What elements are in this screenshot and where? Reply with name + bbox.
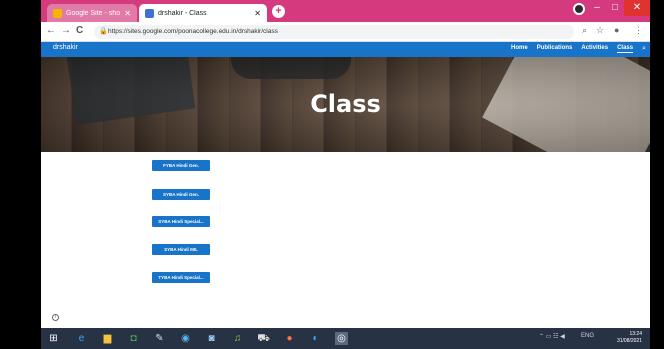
nav-activities[interactable]: Activities <box>581 45 608 53</box>
tray-icons[interactable]: ⌃ ▭ ☷ ◀ <box>539 333 565 340</box>
profile-avatar-icon[interactable] <box>573 3 585 15</box>
file-explorer-icon[interactable]: ▆ <box>101 332 114 345</box>
close-tab-icon[interactable]: ✕ <box>254 9 261 18</box>
star-icon[interactable]: ☆ <box>596 25 604 36</box>
internet-explorer-icon[interactable]: e <box>75 332 88 345</box>
menu-icon[interactable]: ⋮ <box>634 25 643 36</box>
start-icon[interactable]: ⊞ <box>47 332 60 345</box>
back-button[interactable]: ← <box>46 25 56 36</box>
maximize-button[interactable]: □ <box>606 0 624 16</box>
car-icon[interactable]: ⛟ <box>257 332 270 345</box>
close-tab-icon[interactable]: ✕ <box>124 9 131 18</box>
nav-class[interactable]: Class <box>617 45 634 53</box>
tab-title: drshakir - Class <box>158 9 207 17</box>
nav-home[interactable]: Home <box>511 45 528 53</box>
taskbar-clock[interactable]: 13:24 31/08/2021 <box>617 331 642 345</box>
tab-title: Google Site - shoek.zoology@y... <box>66 9 121 17</box>
edge-icon[interactable]: ◐ <box>309 332 322 345</box>
search-icon[interactable]: ⌕ <box>582 25 587 36</box>
syba-hindi-gen-button[interactable]: SYBA Hindi Gen. <box>152 189 210 200</box>
page-title: Class <box>310 90 381 118</box>
clock-time: 13:24 <box>629 331 642 337</box>
new-tab-button[interactable]: + <box>272 5 285 18</box>
tab-drshakir-class[interactable]: drshakir - Class ✕ <box>139 4 267 22</box>
fyba-hindi-gen-button[interactable]: FYBA Hindi Gen. <box>152 160 210 171</box>
forward-button[interactable]: → <box>61 25 71 36</box>
chrome-icon[interactable]: ◎ <box>335 332 348 345</box>
lock-icon: 🔒 <box>99 28 108 35</box>
media-icon[interactable]: ✎ <box>153 332 166 345</box>
app-icon[interactable]: ◉ <box>179 332 192 345</box>
google-sites-icon <box>145 8 154 18</box>
browser-tab-strip: Google Site - shoek.zoology@y... ✕ drsha… <box>41 0 650 22</box>
browser-toolbar: ← → C 🔒 https://sites.google.com/poonaco… <box>41 22 650 42</box>
search-icon[interactable]: ⌕ <box>642 45 646 53</box>
close-window-button[interactable]: ✕ <box>624 0 650 16</box>
site-name[interactable]: drshakir <box>53 44 78 51</box>
info-icon[interactable]: i <box>52 314 59 321</box>
minimize-button[interactable]: – <box>588 0 606 16</box>
clock-date: 31/08/2021 <box>616 338 642 344</box>
syba-hindi-mil-button[interactable]: SYBA Hindi MIL <box>152 244 210 255</box>
hero-banner: Class <box>41 57 650 152</box>
syba-hindi-special-button[interactable]: SYBA Hindi Special... <box>152 216 210 227</box>
extension-icon[interactable]: ● <box>614 25 619 35</box>
site-nav: Home Publications Activities Class ⌕ <box>511 45 646 53</box>
tab-google-site[interactable]: Google Site - shoek.zoology@y... ✕ <box>47 4 137 22</box>
windows-taskbar: ⊞ e ▆ ◘ ✎ ◉ ◙ ♫ ⛟ ● ◐ ◎ ⌃ ▭ ☷ ◀ ENG 13:2… <box>41 328 650 349</box>
google-sites-icon <box>53 8 62 18</box>
nav-publications[interactable]: Publications <box>537 45 573 53</box>
desktop-screen: Google Site - shoek.zoology@y... ✕ drsha… <box>41 0 650 349</box>
url-text: https://sites.google.com/poonacollege.ed… <box>108 28 278 35</box>
firefox-icon[interactable]: ● <box>283 332 296 345</box>
tyba-hindi-special-button[interactable]: TYBA Hindi Special... <box>152 272 210 283</box>
site-header: drshakir Home Publications Activities Cl… <box>41 42 650 57</box>
music-icon[interactable]: ♫ <box>231 332 244 345</box>
reload-button[interactable]: C <box>76 25 83 36</box>
camera-icon[interactable]: ◙ <box>205 332 218 345</box>
store-icon[interactable]: ◘ <box>127 332 140 345</box>
language-indicator[interactable]: ENG <box>581 333 594 339</box>
address-bar[interactable]: 🔒 https://sites.google.com/poonacollege.… <box>94 25 574 39</box>
